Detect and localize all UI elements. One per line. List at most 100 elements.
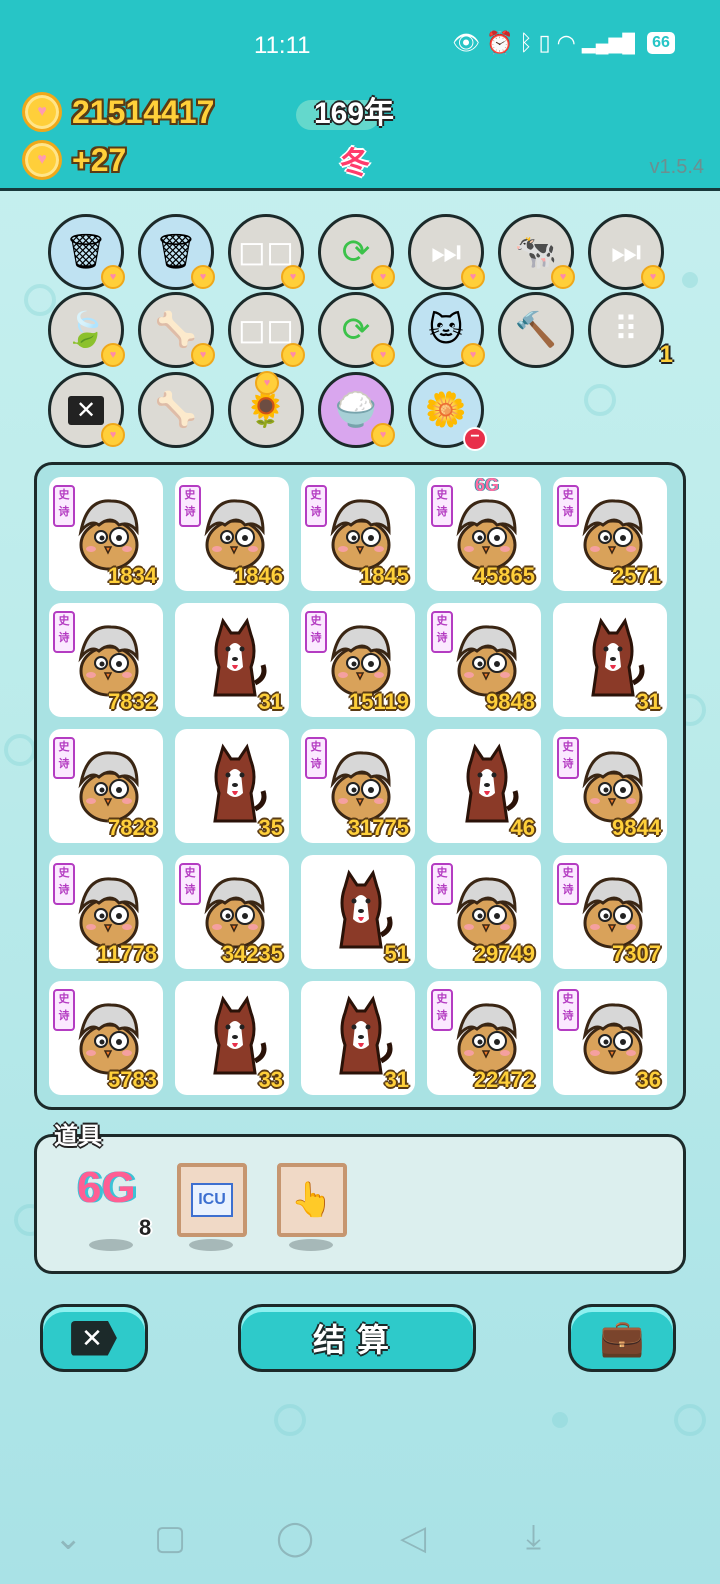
shop-item-refresh-2[interactable]: ⟳ ♥ [318, 292, 395, 368]
refresh-icon: ⟳ [341, 311, 371, 349]
pet-value: 29749 [473, 941, 535, 966]
pet-cell[interactable]: 史诗 15119 [301, 603, 415, 717]
shop-item-garbage-bag[interactable]: 🗑 ♥ [48, 214, 125, 290]
pet-cell[interactable]: 史诗 1846 [175, 477, 289, 591]
pet-cell[interactable]: 史诗 22472 [427, 981, 541, 1095]
bag-button[interactable]: 💼 [568, 1304, 676, 1372]
nav-collapse-icon[interactable]: ⌄ [54, 1518, 83, 1558]
shop-item-skip-2[interactable]: ⏭ ♥ [588, 214, 665, 290]
heart-cost-icon: ♥ [281, 265, 305, 289]
garbage-bag-icon: 🗑 [154, 233, 198, 271]
heart-cost-icon: ♥ [191, 343, 215, 367]
pet-cell[interactable]: 31 [175, 603, 289, 717]
delete-button[interactable]: ✕ [40, 1304, 148, 1372]
heart-cost-icon: ♥ [641, 265, 665, 289]
prop-icu[interactable]: ICU [177, 1163, 247, 1251]
epic-tag: 史诗 [179, 863, 201, 905]
prop-shadow [289, 1239, 333, 1251]
pet-value: 5783 [108, 1067, 157, 1092]
pet-value: 36 [636, 1067, 661, 1092]
year-label: 169年 [314, 97, 395, 130]
shop-item-cat[interactable]: 🐱 ♥ [408, 292, 485, 368]
pet-cell[interactable]: 31 [301, 981, 415, 1095]
pet-value: 1846 [234, 563, 283, 588]
epic-tag: 史诗 [53, 863, 75, 905]
heart-cost-icon: ♥ [551, 265, 575, 289]
shop-item-refresh[interactable]: ⟳ ♥ [318, 214, 395, 290]
pet-cell[interactable]: 史诗 9848 [427, 603, 541, 717]
nav-recents-icon[interactable]: ▢ [154, 1518, 186, 1558]
heart-cost-icon: ♥ [281, 343, 305, 367]
pet-cell[interactable]: 35 [175, 729, 289, 843]
income-counter: ♥ +27 [22, 140, 126, 180]
shop-item-dog-bowl-2[interactable]: 🦴 [138, 372, 214, 448]
settle-button[interactable]: 结算 [238, 1304, 476, 1372]
pet-cell[interactable]: 史诗 36 [553, 981, 667, 1095]
cows-icon: 🐄 [514, 233, 558, 271]
pet-value: 1834 [108, 563, 157, 588]
pet-value: 34235 [221, 941, 283, 966]
shop-item-hammer[interactable]: 🔨 [498, 292, 574, 368]
shop-item-egg-tray[interactable]: ⠿ 1 [588, 292, 673, 368]
vibrate-icon: ▯ [538, 30, 551, 55]
shop-item-dog-bowl[interactable]: 🦴 ♥ [138, 292, 215, 368]
item-count: 1 [659, 341, 673, 368]
sunflower-seeds-icon: 🌻 [244, 391, 288, 429]
prop-6g[interactable]: 6G 8 [77, 1163, 151, 1251]
pet-value: 1845 [360, 563, 409, 588]
heart-coin-icon: ♥ [22, 92, 62, 132]
pet-cell[interactable]: 51 [301, 855, 415, 969]
epic-tag: 史诗 [557, 485, 579, 527]
shop-item-garbage-bag-2[interactable]: 🗑 ♥ [138, 214, 215, 290]
epic-tag: 史诗 [431, 611, 453, 653]
coin-income: +27 [72, 141, 127, 178]
shop-item-sugar-cubes[interactable]: ◻◻ ♥ [228, 214, 305, 290]
pet-cell[interactable]: 史诗 1834 [49, 477, 163, 591]
pet-board: 史诗 1834 史诗 1846 史诗 1845 史诗 6G 45865 史诗 2571 史诗 7832 3… [34, 462, 686, 1110]
epic-tag: 史诗 [557, 863, 579, 905]
pet-cell[interactable]: 史诗 31775 [301, 729, 415, 843]
pet-cell[interactable]: 33 [175, 981, 289, 1095]
heart-coin-icon: ♥ [22, 140, 62, 180]
heart-cost-icon: ♥ [461, 343, 485, 367]
heart-cost-icon: ♥ [101, 423, 125, 447]
pet-cell[interactable]: 史诗 1845 [301, 477, 415, 591]
prop-hand[interactable]: 👆 [277, 1163, 347, 1251]
6g-badge: 6G [475, 475, 500, 495]
pet-cell[interactable]: 史诗 7832 [49, 603, 163, 717]
pet-cell[interactable]: 史诗 34235 [175, 855, 289, 969]
nav-back-icon[interactable]: ◁ [400, 1518, 426, 1558]
pet-cell[interactable]: 31 [553, 603, 667, 717]
pet-cell[interactable]: 46 [427, 729, 541, 843]
shop-item-flower-pot[interactable]: 🌼 − [408, 372, 487, 451]
nav-download-icon[interactable]: ⤓ [526, 1518, 541, 1557]
briefcase-icon: 💼 [599, 1317, 645, 1358]
shop-item-cows[interactable]: 🐄 ♥ [498, 214, 575, 290]
pet-value: 7828 [108, 815, 157, 840]
pet-value: 9848 [486, 689, 535, 714]
pet-cell[interactable]: 史诗 11778 [49, 855, 163, 969]
shop-item-rice-bowl[interactable]: 🍚 ♥ [318, 372, 395, 448]
epic-tag: 史诗 [305, 485, 327, 527]
epic-tag: 史诗 [179, 485, 201, 527]
heart-cost-icon: ♥ [101, 265, 125, 289]
pet-cell[interactable]: 史诗 2571 [553, 477, 667, 591]
shop-item-sunflower-seeds[interactable]: 🌻 ♥ [228, 371, 304, 448]
shop-item-leaf[interactable]: 🍃 ♥ [48, 292, 125, 368]
pet-cell[interactable]: 史诗 9844 [553, 729, 667, 843]
6g-icon: 6G [77, 1163, 136, 1212]
nav-home-icon[interactable]: ◯ [276, 1518, 314, 1558]
cat-icon: 🐱 [428, 311, 464, 349]
pet-cell[interactable]: 史诗 5783 [49, 981, 163, 1095]
coin-total: 21514417 [72, 93, 215, 130]
pet-cell[interactable]: 史诗 7307 [553, 855, 667, 969]
pet-cell[interactable]: 史诗 29749 [427, 855, 541, 969]
pet-cell[interactable]: 史诗 7828 [49, 729, 163, 843]
epic-tag: 史诗 [305, 611, 327, 653]
shop-item-skip[interactable]: ⏭ ♥ [408, 214, 485, 290]
pet-value: 31775 [347, 815, 409, 840]
prop-6g-count: 8 [139, 1215, 152, 1240]
pet-cell[interactable]: 史诗 6G 45865 [427, 475, 541, 591]
shop-item-delete[interactable]: ✕ ♥ [48, 372, 125, 448]
shop-item-sugar-cubes-2[interactable]: ◻◻ ♥ [228, 292, 305, 368]
